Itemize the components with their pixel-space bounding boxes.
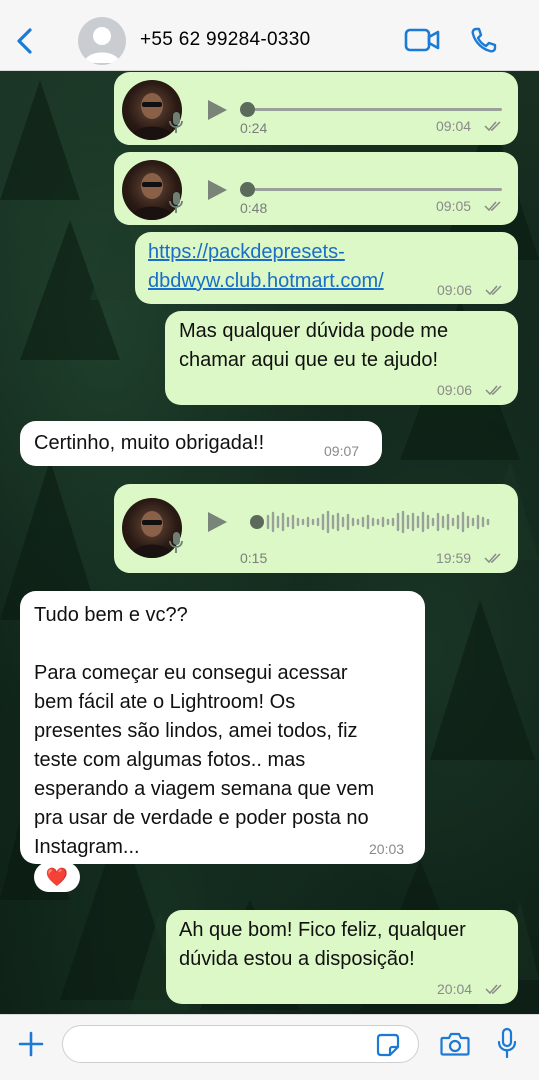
message-text: Para começar eu consegui acessar xyxy=(34,662,348,684)
double-check-icon xyxy=(484,121,501,132)
microphone-icon[interactable] xyxy=(497,1027,517,1059)
mic-icon xyxy=(169,192,183,213)
double-check-icon xyxy=(484,553,501,564)
message-text: Instagram... xyxy=(34,836,140,858)
voice-message[interactable]: 0:48 09:05 xyxy=(114,152,518,225)
mic-icon xyxy=(169,532,183,553)
message-text: Certinho, muito obrigada!! xyxy=(34,432,265,454)
double-check-icon xyxy=(484,201,501,212)
message-time: 09:06 xyxy=(437,382,473,398)
message-time: 19:59 xyxy=(436,550,472,566)
message-time: 09:05 xyxy=(436,198,472,214)
message-text: Tudo bem e vc?? xyxy=(34,604,188,626)
phone-icon[interactable] xyxy=(470,26,498,54)
message-text: dúvida estou a disposição! xyxy=(179,948,415,970)
incoming-message[interactable]: Certinho, muito obrigada!! 09:07 xyxy=(20,421,382,466)
message-text: esperando a viagem semana que vem xyxy=(34,778,375,800)
message-text: Ah que bom! Fico feliz, qualquer xyxy=(179,919,466,941)
voice-duration: 0:24 xyxy=(240,120,268,136)
plus-icon[interactable] xyxy=(18,1031,44,1057)
play-icon[interactable] xyxy=(206,98,228,122)
voice-message[interactable]: 0:24 09:04 xyxy=(114,72,518,145)
play-icon[interactable] xyxy=(206,510,228,534)
message-text: presentes são lindos, amei todos, fiz xyxy=(34,720,358,742)
link-message[interactable]: https://packdepresets- dbdwyw.club.hotma… xyxy=(135,232,518,304)
progress-track[interactable] xyxy=(246,188,502,191)
back-icon[interactable] xyxy=(14,26,36,56)
double-check-icon xyxy=(485,984,502,995)
video-icon[interactable] xyxy=(404,27,440,53)
voice-message[interactable]: 0:15 19:59 xyxy=(114,484,518,573)
contact-name[interactable]: +55 62 99284-0330 xyxy=(140,29,350,51)
waveform[interactable] xyxy=(250,508,496,536)
heart-icon: ❤️ xyxy=(45,866,69,888)
message-text: pra usar de verdade e poder posta no xyxy=(34,807,369,829)
play-icon[interactable] xyxy=(206,178,228,202)
voice-duration: 0:15 xyxy=(240,550,268,566)
message-text: teste com algumas fotos.. mas xyxy=(34,749,306,771)
outgoing-message[interactable]: Ah que bom! Fico feliz, qualquer dúvida … xyxy=(166,910,518,1004)
double-check-icon xyxy=(485,285,502,296)
message-composer xyxy=(0,1014,539,1080)
message-time: 20:03 xyxy=(369,841,405,857)
message-text: chamar aqui que eu te ajudo! xyxy=(179,349,439,371)
voice-duration: 0:48 xyxy=(240,200,268,216)
message-input[interactable] xyxy=(62,1025,419,1063)
message-time: 09:07 xyxy=(324,443,360,459)
camera-icon[interactable] xyxy=(440,1031,470,1057)
progress-track[interactable] xyxy=(246,108,502,111)
message-time: 09:06 xyxy=(437,282,473,298)
message-text: bem fácil ate o Lightroom! Os xyxy=(34,691,296,713)
double-check-icon xyxy=(485,385,502,396)
message-time: 09:04 xyxy=(436,118,472,134)
incoming-message[interactable]: Tudo bem e vc?? Para começar eu consegui… xyxy=(20,591,425,864)
outgoing-message[interactable]: Mas qualquer dúvida pode me chamar aqui … xyxy=(165,311,518,405)
progress-knob[interactable] xyxy=(240,102,255,117)
chat-header: +55 62 99284-0330 xyxy=(0,0,539,71)
sticker-icon[interactable] xyxy=(376,1033,400,1057)
message-link[interactable]: https://packdepresets- dbdwyw.club.hotma… xyxy=(148,238,448,296)
contact-avatar[interactable] xyxy=(78,17,126,65)
reaction-badge[interactable]: ❤️ xyxy=(34,862,80,892)
message-text: Mas qualquer dúvida pode me xyxy=(179,320,449,342)
progress-knob[interactable] xyxy=(240,182,255,197)
message-time: 20:04 xyxy=(437,981,473,997)
mic-icon xyxy=(169,112,183,133)
